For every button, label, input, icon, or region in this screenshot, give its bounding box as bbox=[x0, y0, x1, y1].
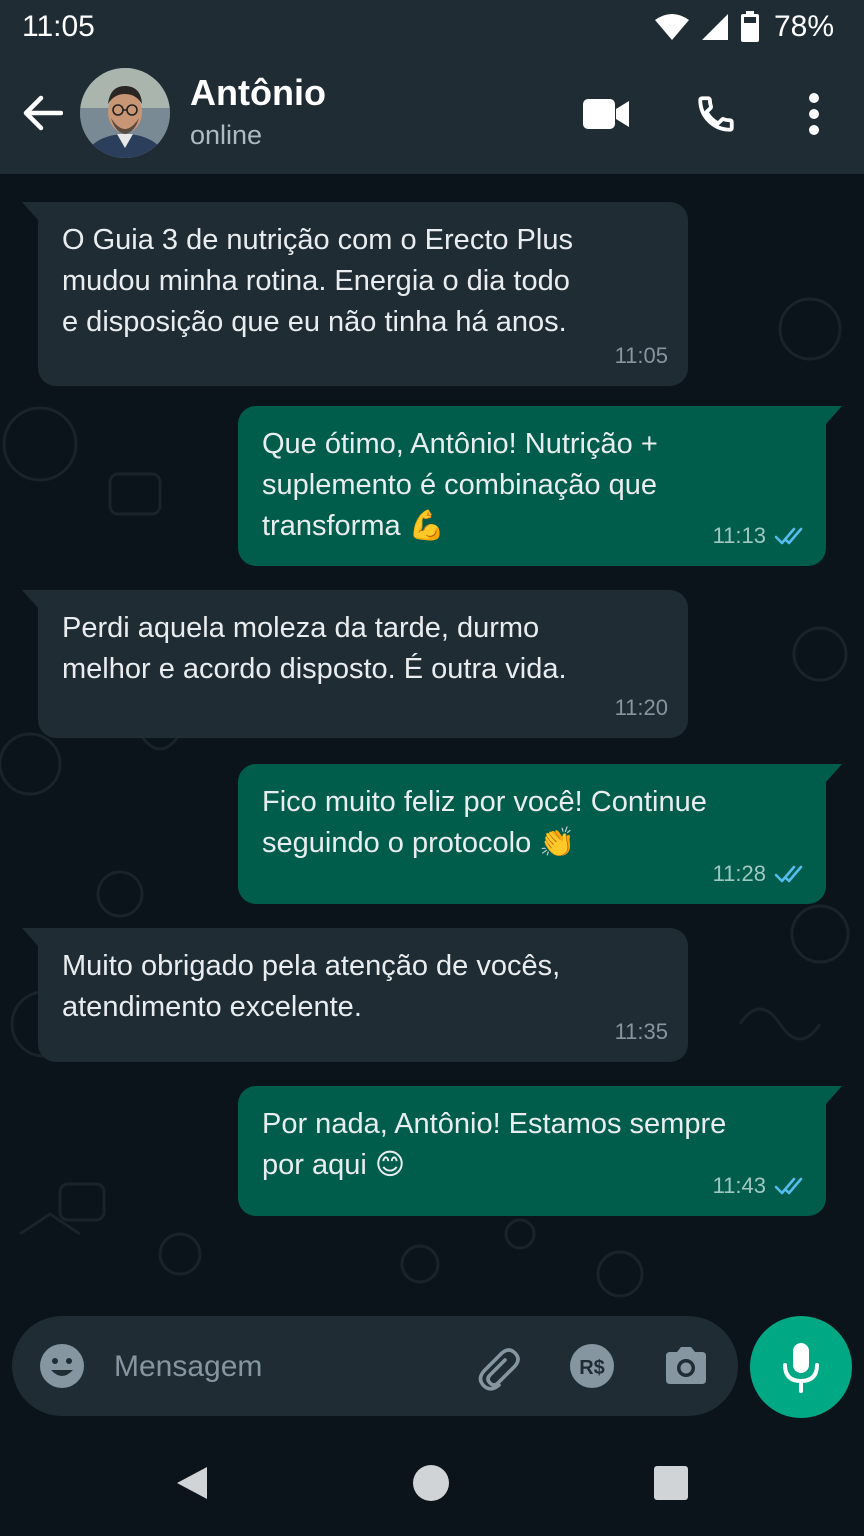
circle-home-icon bbox=[413, 1465, 449, 1501]
message-meta: 11:35 bbox=[615, 1011, 668, 1052]
system-nav-bar bbox=[0, 1426, 864, 1536]
nav-back-button[interactable] bbox=[166, 1458, 216, 1508]
attach-button[interactable] bbox=[472, 1342, 522, 1392]
contact-avatar[interactable] bbox=[80, 68, 170, 158]
arrow-left-icon bbox=[23, 95, 63, 131]
emoji-icon bbox=[40, 1344, 84, 1388]
message-text: O Guia 3 de nutrição com o Erecto Plus m… bbox=[62, 224, 573, 338]
square-recents-icon bbox=[654, 1466, 688, 1500]
camera-icon bbox=[666, 1347, 706, 1384]
message-incoming[interactable]: Muito obrigado pela atenção de vocês, at… bbox=[22, 928, 688, 1062]
message-meta: 11:28 bbox=[713, 853, 806, 894]
back-button[interactable] bbox=[18, 86, 68, 140]
battery-level: 78% bbox=[773, 10, 834, 43]
camera-button[interactable] bbox=[662, 1342, 710, 1390]
message-time: 11:35 bbox=[614, 1019, 668, 1044]
message-composer: R$ bbox=[12, 1316, 738, 1416]
status-icons: 78% bbox=[654, 10, 834, 44]
message-incoming[interactable]: Perdi aquela moleza da tarde, durmo melh… bbox=[22, 590, 688, 738]
double-check-icon bbox=[774, 527, 803, 544]
message-incoming[interactable]: O Guia 3 de nutrição com o Erecto Plus m… bbox=[22, 202, 688, 386]
cell-signal-icon bbox=[701, 14, 728, 40]
message-input[interactable] bbox=[112, 1338, 456, 1396]
chat-area[interactable]: O Guia 3 de nutrição com o Erecto Plus m… bbox=[0, 174, 864, 1306]
message-time: 11:20 bbox=[614, 695, 668, 720]
battery-icon bbox=[740, 11, 759, 42]
voice-call-button[interactable] bbox=[688, 86, 744, 142]
nav-recents-button[interactable] bbox=[646, 1458, 696, 1508]
wifi-icon bbox=[654, 14, 689, 40]
message-time: 11:28 bbox=[712, 861, 766, 886]
contact-name[interactable]: Antônio bbox=[190, 72, 326, 114]
message-outgoing[interactable]: Que ótimo, Antônio! Nutrição + suplement… bbox=[238, 406, 842, 566]
message-text: Perdi aquela moleza da tarde, durmo melh… bbox=[62, 612, 567, 685]
emoji-button[interactable] bbox=[38, 1342, 86, 1390]
message-text: Fico muito feliz por você! Continue segu… bbox=[262, 786, 707, 859]
message-meta: 11:20 bbox=[615, 687, 668, 728]
status-time: 11:05 bbox=[22, 10, 95, 43]
double-check-icon bbox=[774, 865, 803, 882]
message-time: 11:05 bbox=[614, 343, 668, 368]
double-check-icon bbox=[774, 1177, 803, 1194]
message-text: Muito obrigado pela atenção de vocês, at… bbox=[62, 950, 561, 1023]
payment-label: R$ bbox=[579, 1357, 605, 1379]
message-meta: 11:13 bbox=[713, 515, 806, 556]
message-meta: 11:05 bbox=[615, 335, 668, 376]
chat-header: Antônio online bbox=[0, 56, 864, 174]
video-call-button[interactable] bbox=[578, 86, 634, 142]
payment-button[interactable]: R$ bbox=[568, 1342, 616, 1390]
phone-icon bbox=[698, 96, 734, 132]
message-time: 11:43 bbox=[712, 1173, 766, 1198]
triangle-back-icon bbox=[177, 1467, 207, 1499]
message-time: 11:13 bbox=[712, 523, 766, 548]
nav-home-button[interactable] bbox=[406, 1458, 456, 1508]
payment-icon: R$ bbox=[570, 1344, 614, 1388]
video-camera-icon bbox=[583, 99, 629, 129]
voice-message-button[interactable] bbox=[750, 1316, 852, 1418]
microphone-icon bbox=[783, 1343, 819, 1393]
more-options-button[interactable] bbox=[786, 86, 842, 142]
message-outgoing[interactable]: Fico muito feliz por você! Continue segu… bbox=[238, 764, 842, 904]
status-bar: 11:05 78% bbox=[0, 0, 864, 56]
paperclip-icon bbox=[478, 1348, 520, 1391]
message-meta: 11:43 bbox=[713, 1165, 806, 1206]
message-outgoing[interactable]: Por nada, Antônio! Estamos sempre por aq… bbox=[238, 1086, 842, 1216]
contact-status: online bbox=[190, 120, 263, 150]
more-vert-icon bbox=[809, 93, 819, 135]
